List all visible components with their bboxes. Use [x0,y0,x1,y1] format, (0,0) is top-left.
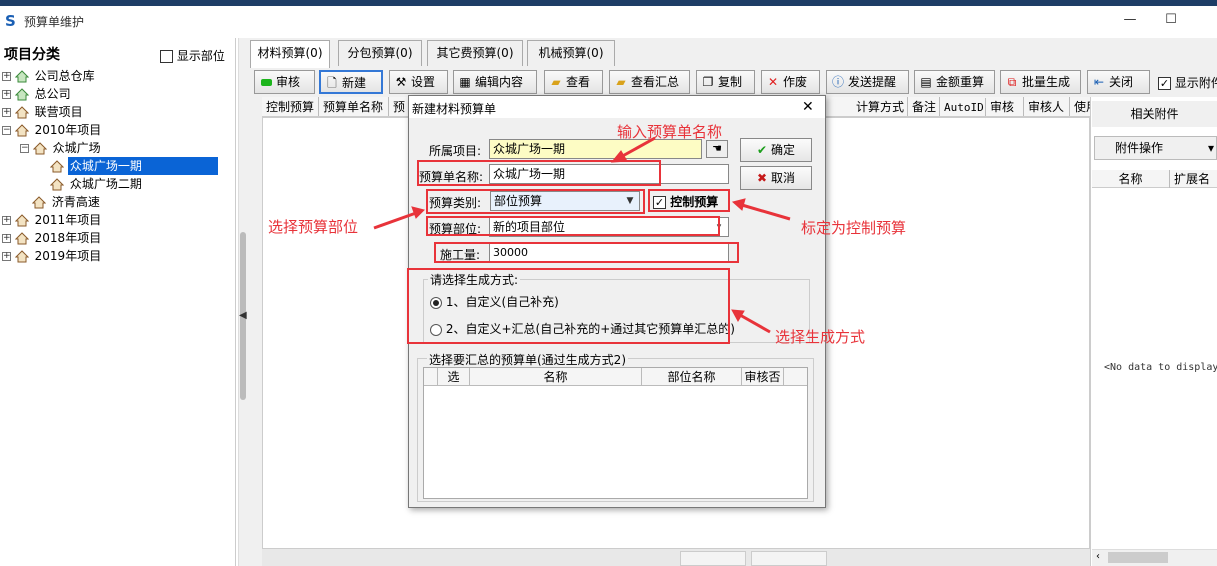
arrow-to-control-budget [741,203,791,221]
arrow-to-dept-field [373,211,417,230]
arrow-to-name-field [618,136,656,160]
arrow-head-control [731,198,746,211]
arrow-head-dept [411,206,425,219]
arrow-to-gen-method [739,313,771,334]
arrow-head-name [610,150,628,163]
annotation-arrows [373,136,791,334]
